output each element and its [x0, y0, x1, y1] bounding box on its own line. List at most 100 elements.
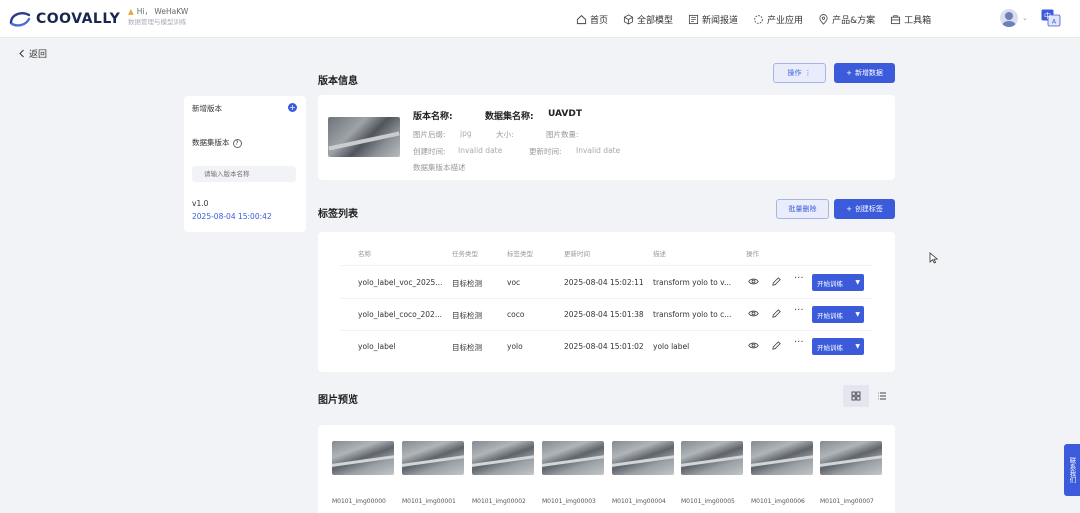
row-divider [340, 330, 873, 331]
start-training-button[interactable]: 开始训练 ▼ [812, 306, 864, 323]
nav-home[interactable]: 首页 [576, 10, 608, 28]
back-link[interactable]: 返回 [18, 47, 47, 60]
row-updated: 2025-08-04 15:02:11 [564, 278, 644, 287]
gallery-item[interactable]: M0101_img00006 [751, 441, 813, 505]
row-name[interactable]: yolo_label_coco_202... [358, 310, 442, 319]
start-training-label: 开始训练 [817, 279, 843, 288]
created-value: Invalid date [458, 146, 503, 155]
gallery-image [820, 441, 882, 475]
gallery-item[interactable]: M0101_img00002 [472, 441, 534, 505]
actions-button[interactable]: 操作 ⋮ [773, 63, 826, 83]
edit-icon[interactable] [771, 340, 782, 351]
version-name[interactable]: v1.0 [192, 199, 208, 208]
nav-toolbox[interactable]: 工具箱 [890, 10, 931, 28]
more-icon[interactable]: ··· [794, 337, 805, 348]
gallery-image [472, 441, 534, 475]
nav-industry[interactable]: 产业应用 [753, 10, 803, 28]
row-name[interactable]: yolo_label [358, 342, 396, 351]
gallery-image-name: M0101_img00000 [332, 498, 386, 505]
user-menu[interactable]: ⌄ [1000, 9, 1028, 27]
edit-icon[interactable] [771, 308, 782, 319]
header-divider [340, 265, 873, 266]
batch-delete-button-label: 批量删除 [788, 205, 817, 213]
row-desc: yolo label [653, 342, 690, 351]
list-icon [878, 392, 886, 400]
new-data-button[interactable]: + 新增数据 [834, 63, 895, 83]
gallery-item[interactable]: M0101_img00007 [820, 441, 882, 505]
more-icon[interactable]: ··· [794, 305, 805, 316]
toolbox-icon [891, 14, 901, 24]
version-info-title: 版本信息 [318, 76, 358, 87]
eye-icon[interactable] [748, 340, 759, 351]
grid-view-button[interactable] [843, 385, 869, 407]
main-nav: 首页 全部模型 新闻报道 产业应用 产品&方案 工具箱 [576, 10, 946, 28]
actions-button-label: 操作 [787, 69, 802, 77]
back-label: 返回 [29, 50, 48, 60]
help-icon[interactable]: ? [232, 139, 242, 148]
nav-home-label: 首页 [590, 15, 609, 26]
version-date[interactable]: 2025-08-04 15:00:42 [192, 212, 272, 221]
version-name-label: 版本名称: [413, 112, 453, 122]
contact-us-button[interactable]: 联系我们 [1064, 444, 1080, 496]
row-updated: 2025-08-04 15:01:38 [564, 310, 644, 319]
nav-products-label: 产品&方案 [832, 15, 876, 26]
gallery-item[interactable]: M0101_img00005 [681, 441, 743, 505]
greeting-text: Hi， WeHaKW [136, 7, 189, 16]
gallery-image [751, 441, 813, 475]
start-training-button[interactable]: 开始训练 ▼ [812, 274, 864, 291]
size-label: 大小: [496, 130, 514, 139]
plus-icon: + [846, 205, 852, 213]
nav-news[interactable]: 新闻报道 [688, 10, 738, 28]
nav-industry-label: 产业应用 [767, 15, 804, 26]
language-switch-icon[interactable]: 中 A [1041, 9, 1061, 27]
gallery-item[interactable]: M0101_img00001 [402, 441, 464, 505]
location-icon [819, 13, 828, 25]
nav-toolbox-label: 工具箱 [904, 15, 932, 26]
gallery-item[interactable]: M0101_img00004 [612, 441, 674, 505]
nav-all-models-label: 全部模型 [637, 15, 674, 26]
row-desc: transform yolo to c... [653, 310, 732, 319]
add-version-button[interactable]: + [288, 103, 297, 112]
col-task-type: 任务类型 [452, 250, 478, 258]
label-list-title: 标签列表 [318, 209, 358, 220]
gallery-image [612, 441, 674, 475]
updated-label: 更新时间: [529, 147, 562, 156]
row-task: 目标检测 [452, 311, 482, 320]
description-label: 数据集版本描述 [413, 163, 466, 172]
gallery-image-name: M0101_img00007 [820, 498, 874, 505]
chevron-down-icon: ⌄ [1022, 14, 1028, 22]
eye-icon[interactable] [748, 276, 759, 287]
caret-down-icon: ▼ [855, 343, 860, 350]
cursor-icon [929, 252, 939, 264]
create-label-button[interactable]: + 创建标签 [834, 199, 895, 219]
nav-products[interactable]: 产品&方案 [818, 10, 875, 28]
version-sidebar: 新增版本 + 数据集版本? v1.0 2025-08-04 15:00:42 [184, 96, 306, 232]
row-name[interactable]: yolo_label_voc_2025... [358, 278, 442, 287]
add-version-label: 新增版本 [192, 104, 222, 113]
row-task: 目标检测 [452, 343, 482, 352]
start-training-label: 开始训练 [817, 343, 843, 352]
row-updated: 2025-08-04 15:01:02 [564, 342, 644, 351]
start-training-button[interactable]: 开始训练 ▼ [812, 338, 864, 355]
list-view-button[interactable] [869, 385, 895, 407]
home-icon [576, 14, 587, 24]
row-divider [340, 298, 873, 299]
edit-icon[interactable] [771, 276, 782, 287]
wave-icon: ▲ [128, 7, 134, 16]
gallery-image-name: M0101_img00003 [542, 498, 596, 505]
col-name: 名称 [358, 250, 371, 258]
more-icon[interactable]: ··· [794, 273, 805, 284]
avatar[interactable] [1000, 9, 1018, 27]
logo-text: COOVALLY [36, 11, 121, 27]
eye-icon[interactable] [748, 308, 759, 319]
gallery-item[interactable]: M0101_img00003 [542, 441, 604, 505]
gallery-image-name: M0101_img00001 [402, 498, 456, 505]
logo[interactable]: COOVALLY [8, 9, 120, 29]
row-type: yolo [507, 342, 523, 351]
nav-all-models[interactable]: 全部模型 [623, 10, 673, 28]
dataset-version-heading: 数据集版本? [192, 137, 242, 148]
batch-delete-button[interactable]: 批量删除 [776, 199, 829, 219]
gallery-item[interactable]: M0101_img00000 [332, 441, 394, 505]
greeting-subtitle: 数据管理与模型训练 [128, 18, 187, 26]
version-search-input[interactable] [192, 166, 296, 182]
